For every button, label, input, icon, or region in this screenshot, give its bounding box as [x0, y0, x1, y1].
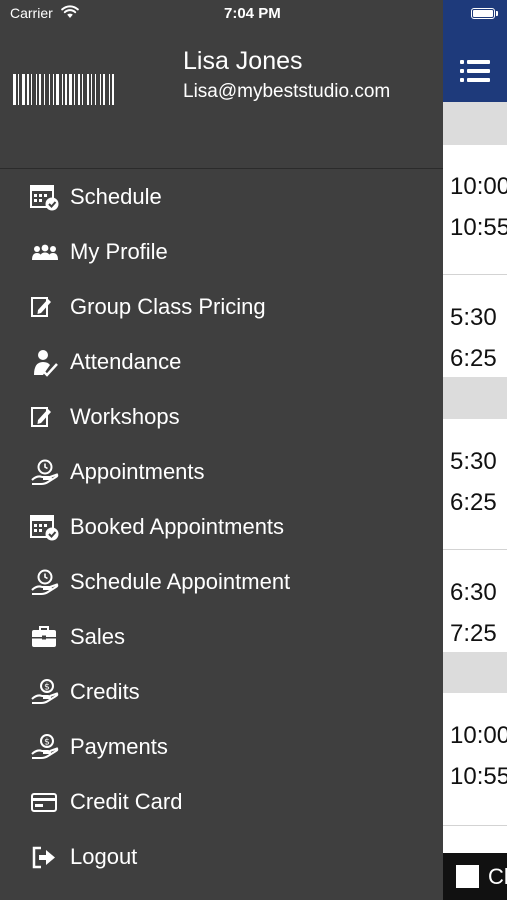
end-time: 10:55	[450, 214, 507, 241]
bottom-bar-label: Cl	[488, 864, 507, 889]
menu-item-label: Attendance	[70, 349, 182, 374]
briefcase-icon	[32, 626, 56, 647]
hand-clock-icon	[31, 569, 59, 595]
wifi-icon	[61, 5, 79, 18]
end-time: 7:25	[450, 620, 497, 647]
menu-item-label: Credit Card	[70, 789, 183, 814]
menu-item-logout[interactable]: Logout	[0, 831, 443, 885]
menu-item-schedule-appointment[interactable]: Schedule Appointment	[0, 556, 443, 610]
class-card[interactable]: 6:30 7:25	[443, 550, 507, 652]
user-name: Lisa Jones	[183, 47, 303, 75]
start-time: 5:30	[450, 304, 497, 331]
end-time: 6:25	[450, 489, 497, 516]
background-screen: 10:00 10:55 5:30 6:25 5:30 6:25 6:30 7:2…	[443, 0, 507, 900]
clock: 7:04 PM	[224, 5, 281, 22]
edit-note-icon	[31, 297, 51, 317]
menu-item-label: Group Class Pricing	[70, 294, 266, 319]
menu-item-group-class-pricing[interactable]: Group Class Pricing	[0, 281, 443, 335]
calendar-check-icon	[30, 515, 59, 541]
side-drawer: Carrier 7:04 PM Lisa Jones Lisa@mybestst…	[0, 0, 443, 900]
menu-item-label: Appointments	[70, 459, 205, 484]
end-time: 6:25	[450, 345, 497, 372]
credit-card-icon	[31, 793, 57, 812]
menu-item-label: Workshops	[70, 404, 180, 429]
battery-icon	[471, 8, 495, 19]
menu-item-appointments[interactable]: Appointments	[0, 446, 443, 500]
person-check-icon	[34, 350, 58, 377]
menu-item-payments[interactable]: $ Payments	[0, 721, 443, 775]
class-card[interactable]: 5:30 6:25	[443, 275, 507, 377]
hand-coin-icon: $	[31, 734, 59, 759]
calendar-check-icon	[30, 185, 59, 211]
menu-item-label: Payments	[70, 734, 168, 759]
menu-item-label: Sales	[70, 624, 126, 649]
menu-item-workshops[interactable]: Workshops	[0, 391, 443, 445]
top-nav-bar	[443, 0, 507, 102]
class-card[interactable]: 5:30 6:25	[443, 419, 507, 549]
menu-item-credits[interactable]: $ Credits	[0, 666, 443, 720]
hand-clock-icon	[31, 459, 59, 485]
menu-item-sales[interactable]: Sales	[0, 611, 443, 665]
menu-item-label: Credits	[70, 679, 140, 704]
svg-text:$: $	[44, 738, 50, 748]
menu-item-label: My Profile	[70, 239, 168, 264]
menu-item-label: Schedule	[70, 184, 162, 209]
list-menu-icon[interactable]	[460, 58, 490, 84]
checkbox[interactable]	[456, 865, 479, 888]
menu-item-my-profile[interactable]: My Profile	[0, 226, 443, 280]
hand-coin-icon: $	[31, 679, 59, 704]
class-card	[443, 826, 507, 853]
status-bar: Carrier 7:04 PM	[0, 0, 443, 28]
menu-item-label: Schedule Appointment	[70, 569, 291, 594]
menu-item-label: Booked Appointments	[70, 514, 285, 539]
start-time: 10:00	[450, 173, 507, 200]
class-card[interactable]: 10:00 10:55	[443, 145, 507, 274]
start-time: 10:00	[450, 722, 507, 749]
menu-item-credit-card[interactable]: Credit Card	[0, 776, 443, 830]
logout-icon	[32, 846, 55, 869]
carrier-label: Carrier	[10, 5, 53, 21]
bottom-bar: Cl	[443, 853, 507, 900]
start-time: 5:30	[450, 448, 497, 475]
svg-text:$: $	[44, 683, 50, 693]
user-email: Lisa@mybeststudio.com	[183, 81, 391, 102]
header-divider	[0, 168, 443, 169]
people-icon	[32, 244, 58, 260]
start-time: 6:30	[450, 579, 497, 606]
end-time: 10:55	[450, 763, 507, 790]
barcode-icon[interactable]	[13, 74, 171, 105]
menu-item-booked-appointments[interactable]: Booked Appointments	[0, 501, 443, 555]
menu-item-label: Logout	[70, 844, 138, 869]
class-card[interactable]: 10:00 10:55	[443, 693, 507, 825]
battery-nub	[496, 11, 498, 16]
menu-item-attendance[interactable]: Attendance	[0, 336, 443, 390]
edit-note-icon	[31, 407, 51, 427]
menu-item-schedule[interactable]: Schedule	[0, 171, 443, 225]
